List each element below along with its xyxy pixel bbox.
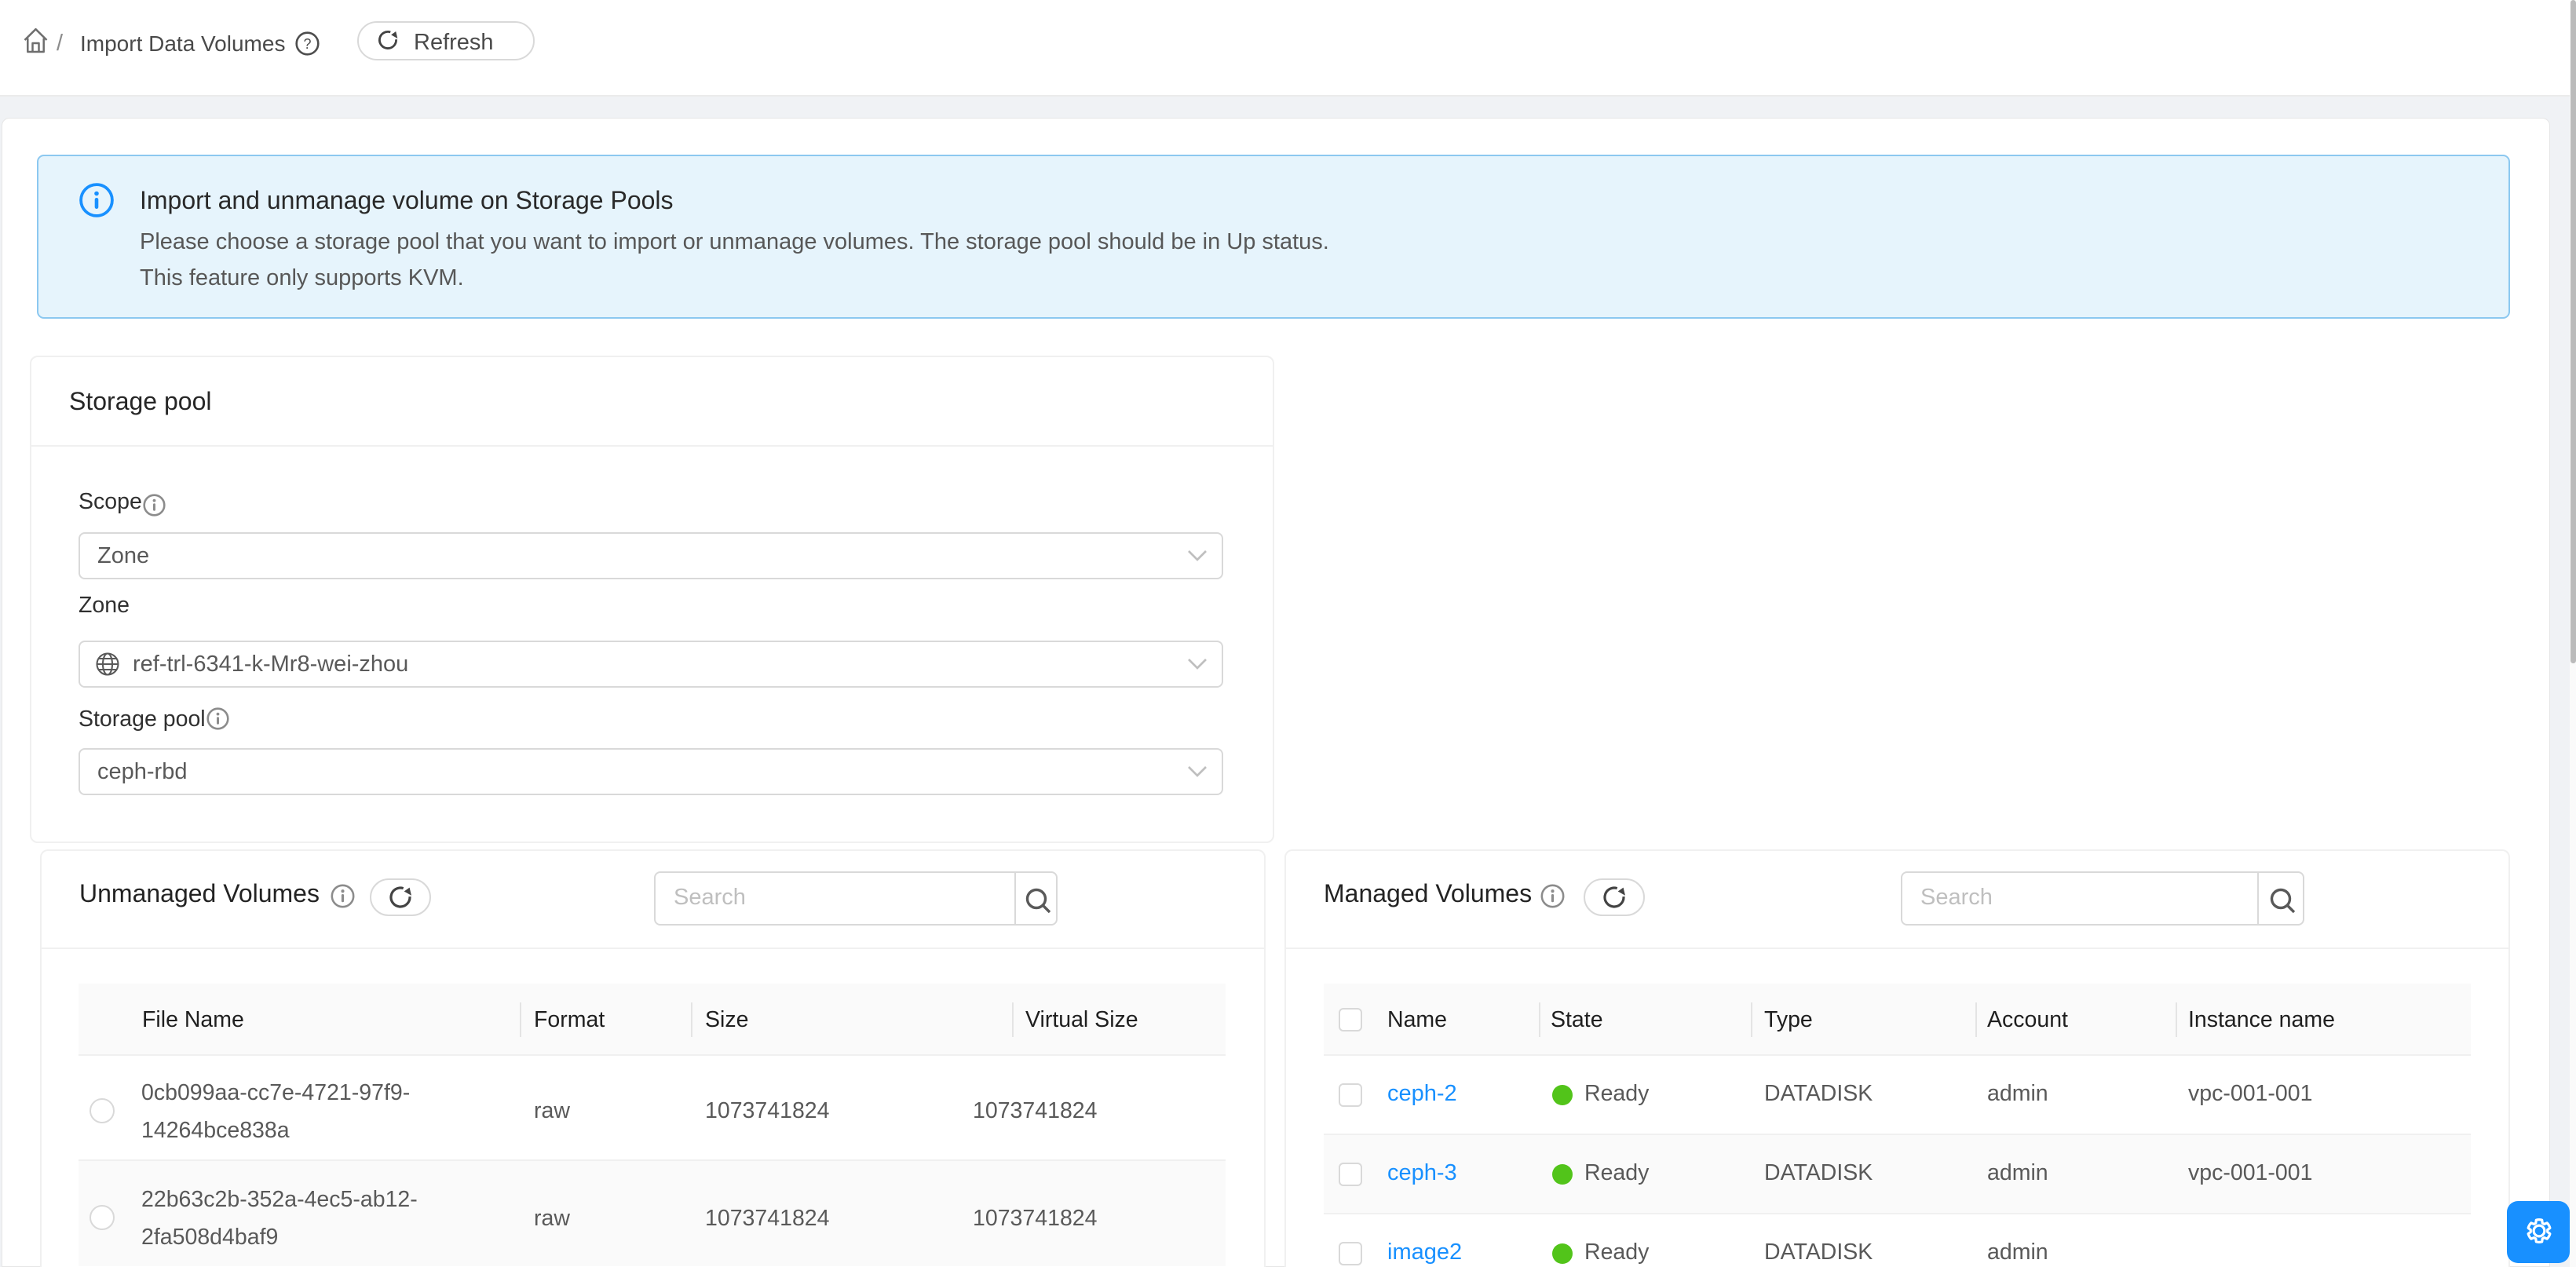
svg-text:?: ? (303, 36, 311, 52)
